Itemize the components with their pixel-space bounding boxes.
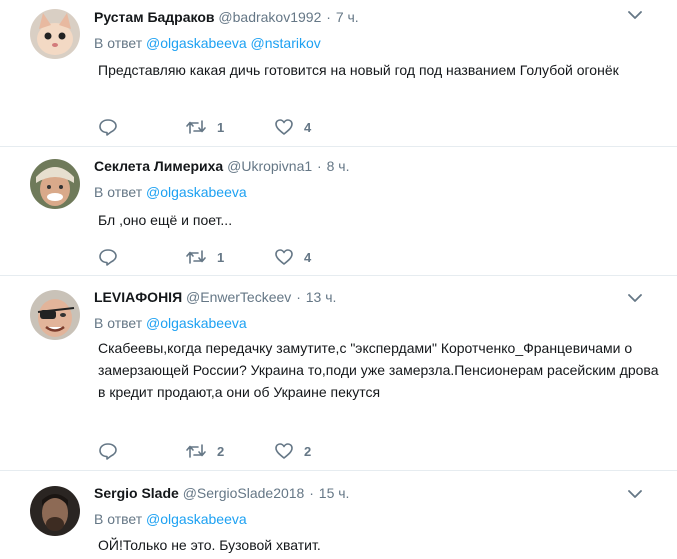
chevron-down-icon[interactable] <box>628 489 642 499</box>
reply-context: В ответ @olgaskabeeva @nstarikov <box>94 33 321 53</box>
retweet-count: 1 <box>217 119 225 135</box>
tweet[interactable]: Секлета Лимериха @Ukropivna1 · 8 ч. В от… <box>0 147 677 276</box>
tweet-text: Скабеевы,когда передачку замутите,с "экс… <box>98 340 659 400</box>
author-handle[interactable]: @EnwerTeckeev <box>186 289 291 305</box>
mention-link[interactable]: @olgaskabeeva <box>146 315 247 331</box>
reply-prefix: В ответ <box>94 35 143 51</box>
mention-link[interactable]: @olgaskabeeva <box>146 184 247 200</box>
mention-link[interactable]: @nstarikov <box>251 35 321 51</box>
mention-link[interactable]: @olgaskabeeva <box>146 35 247 51</box>
like-count: 4 <box>304 249 312 265</box>
separator-dot: · <box>317 158 322 174</box>
like-count: 4 <box>304 119 312 135</box>
avatar[interactable] <box>30 486 80 536</box>
tweet-timestamp[interactable]: 13 ч. <box>306 289 337 305</box>
avatar[interactable] <box>30 290 80 340</box>
author-handle[interactable]: @SergioSlade2018 <box>183 485 305 501</box>
reply-prefix: В ответ <box>94 511 143 527</box>
reply-button[interactable] <box>98 247 118 267</box>
separator-dot: · <box>309 485 314 501</box>
reply-icon <box>99 443 117 460</box>
separator-dot: · <box>296 289 301 305</box>
heart-icon <box>275 443 293 459</box>
mention-link[interactable]: @olgaskabeeva <box>146 511 247 527</box>
tweet[interactable]: Sergio Slade @SergioSlade2018 · 15 ч. В … <box>0 471 677 559</box>
retweet-button[interactable]: 2 <box>185 441 224 461</box>
tweet-timestamp[interactable]: 7 ч. <box>336 9 359 25</box>
reply-button[interactable] <box>98 117 118 137</box>
tweet[interactable]: LEVIAФОНІЯ @EnwerTeckeev · 13 ч. В ответ… <box>0 276 677 471</box>
retweet-icon <box>186 120 206 134</box>
like-count: 2 <box>304 443 312 459</box>
reply-prefix: В ответ <box>94 315 143 331</box>
reply-button[interactable] <box>98 441 118 461</box>
tweet-timestamp[interactable]: 8 ч. <box>327 158 350 174</box>
tweet-timestamp[interactable]: 15 ч. <box>319 485 350 501</box>
retweet-button[interactable]: 1 <box>185 117 224 137</box>
tweet[interactable]: Рустам Бадраков @badrakov1992 · 7 ч. В о… <box>0 0 677 147</box>
author-name[interactable]: Секлета Лимериха <box>94 158 223 174</box>
separator-dot: · <box>326 9 331 25</box>
author-name[interactable]: Sergio Slade <box>94 485 179 501</box>
heart-icon <box>275 249 293 265</box>
like-button[interactable]: 4 <box>274 247 311 267</box>
avatar[interactable] <box>30 9 80 59</box>
tweet-text: ОЙ!Только не это. Бузовой хватит. <box>98 537 321 553</box>
avatar[interactable] <box>30 159 80 209</box>
heart-icon <box>275 119 293 135</box>
retweet-count: 2 <box>217 443 225 459</box>
reply-icon <box>99 249 117 266</box>
retweet-icon <box>186 444 206 458</box>
retweet-icon <box>186 250 206 264</box>
author-name[interactable]: Рустам Бадраков <box>94 9 215 25</box>
author-handle[interactable]: @Ukropivna1 <box>227 158 312 174</box>
reply-context: В ответ @olgaskabeeva <box>94 313 247 333</box>
retweet-button[interactable]: 1 <box>185 247 224 267</box>
tweet-text: Представляю какая дичь готовится на новы… <box>98 62 619 78</box>
author-handle[interactable]: @badrakov1992 <box>218 9 321 25</box>
reply-context: В ответ @olgaskabeeva <box>94 182 247 202</box>
retweet-count: 1 <box>217 249 225 265</box>
chevron-down-icon[interactable] <box>628 293 642 303</box>
chevron-down-icon[interactable] <box>628 10 642 20</box>
reply-prefix: В ответ <box>94 184 143 200</box>
author-name[interactable]: LEVIAФОНІЯ <box>94 289 182 305</box>
tweet-text: Бл ,оно ещё и поет... <box>98 212 233 228</box>
like-button[interactable]: 2 <box>274 441 311 461</box>
reply-icon <box>99 119 117 136</box>
like-button[interactable]: 4 <box>274 117 311 137</box>
reply-context: В ответ @olgaskabeeva <box>94 509 247 529</box>
